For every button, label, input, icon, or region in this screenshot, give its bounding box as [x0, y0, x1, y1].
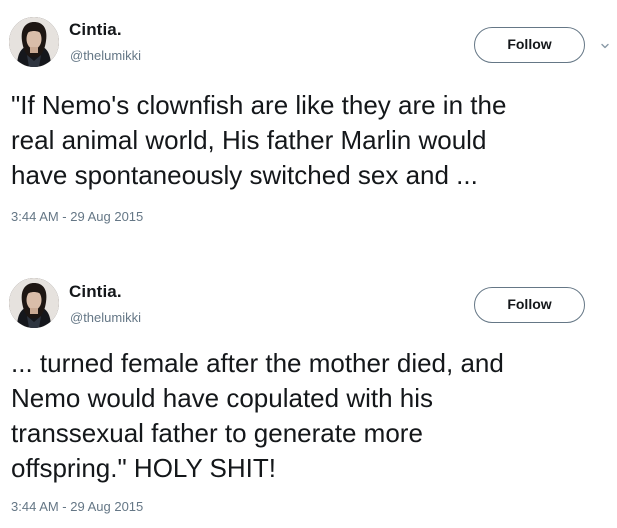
- avatar[interactable]: [9, 278, 59, 328]
- avatar[interactable]: [9, 17, 59, 67]
- chevron-down-icon[interactable]: [600, 38, 610, 49]
- tweet-text-line: real animal world, His father Marlin wou…: [11, 125, 487, 155]
- follow-button[interactable]: Follow: [474, 287, 585, 323]
- display-name[interactable]: Cintia.: [69, 282, 122, 302]
- tweet-text-line: transsexual father to generate more: [11, 418, 423, 448]
- tweet-text-line: "If Nemo's clownfish are like they are i…: [11, 90, 507, 120]
- tweet-text-line: have spontaneously switched sex and ...: [11, 160, 478, 190]
- avatar-image: [9, 17, 59, 67]
- user-handle[interactable]: @thelumikki: [70, 310, 141, 325]
- follow-button[interactable]: Follow: [474, 27, 585, 63]
- tweet-text: "If Nemo's clownfish are like they are i…: [11, 88, 609, 193]
- user-handle[interactable]: @thelumikki: [70, 48, 141, 63]
- tweet: Cintia. @thelumikki Follow ... turned fe…: [0, 262, 617, 528]
- tweet: Cintia. @thelumikki Follow "If Nemo's cl…: [0, 0, 617, 262]
- timestamp[interactable]: 3:44 AM - 29 Aug 2015: [11, 209, 143, 224]
- tweet-text-line: Nemo would have copulated with his: [11, 383, 434, 413]
- timestamp[interactable]: 3:44 AM - 29 Aug 2015: [11, 499, 143, 514]
- avatar-image: [9, 278, 59, 328]
- tweet-text-line: offspring." HOLY SHIT!: [11, 453, 277, 483]
- tweet-text-line: ... turned female after the mother died,…: [11, 348, 504, 378]
- display-name[interactable]: Cintia.: [69, 20, 122, 40]
- tweet-text: ... turned female after the mother died,…: [11, 346, 609, 486]
